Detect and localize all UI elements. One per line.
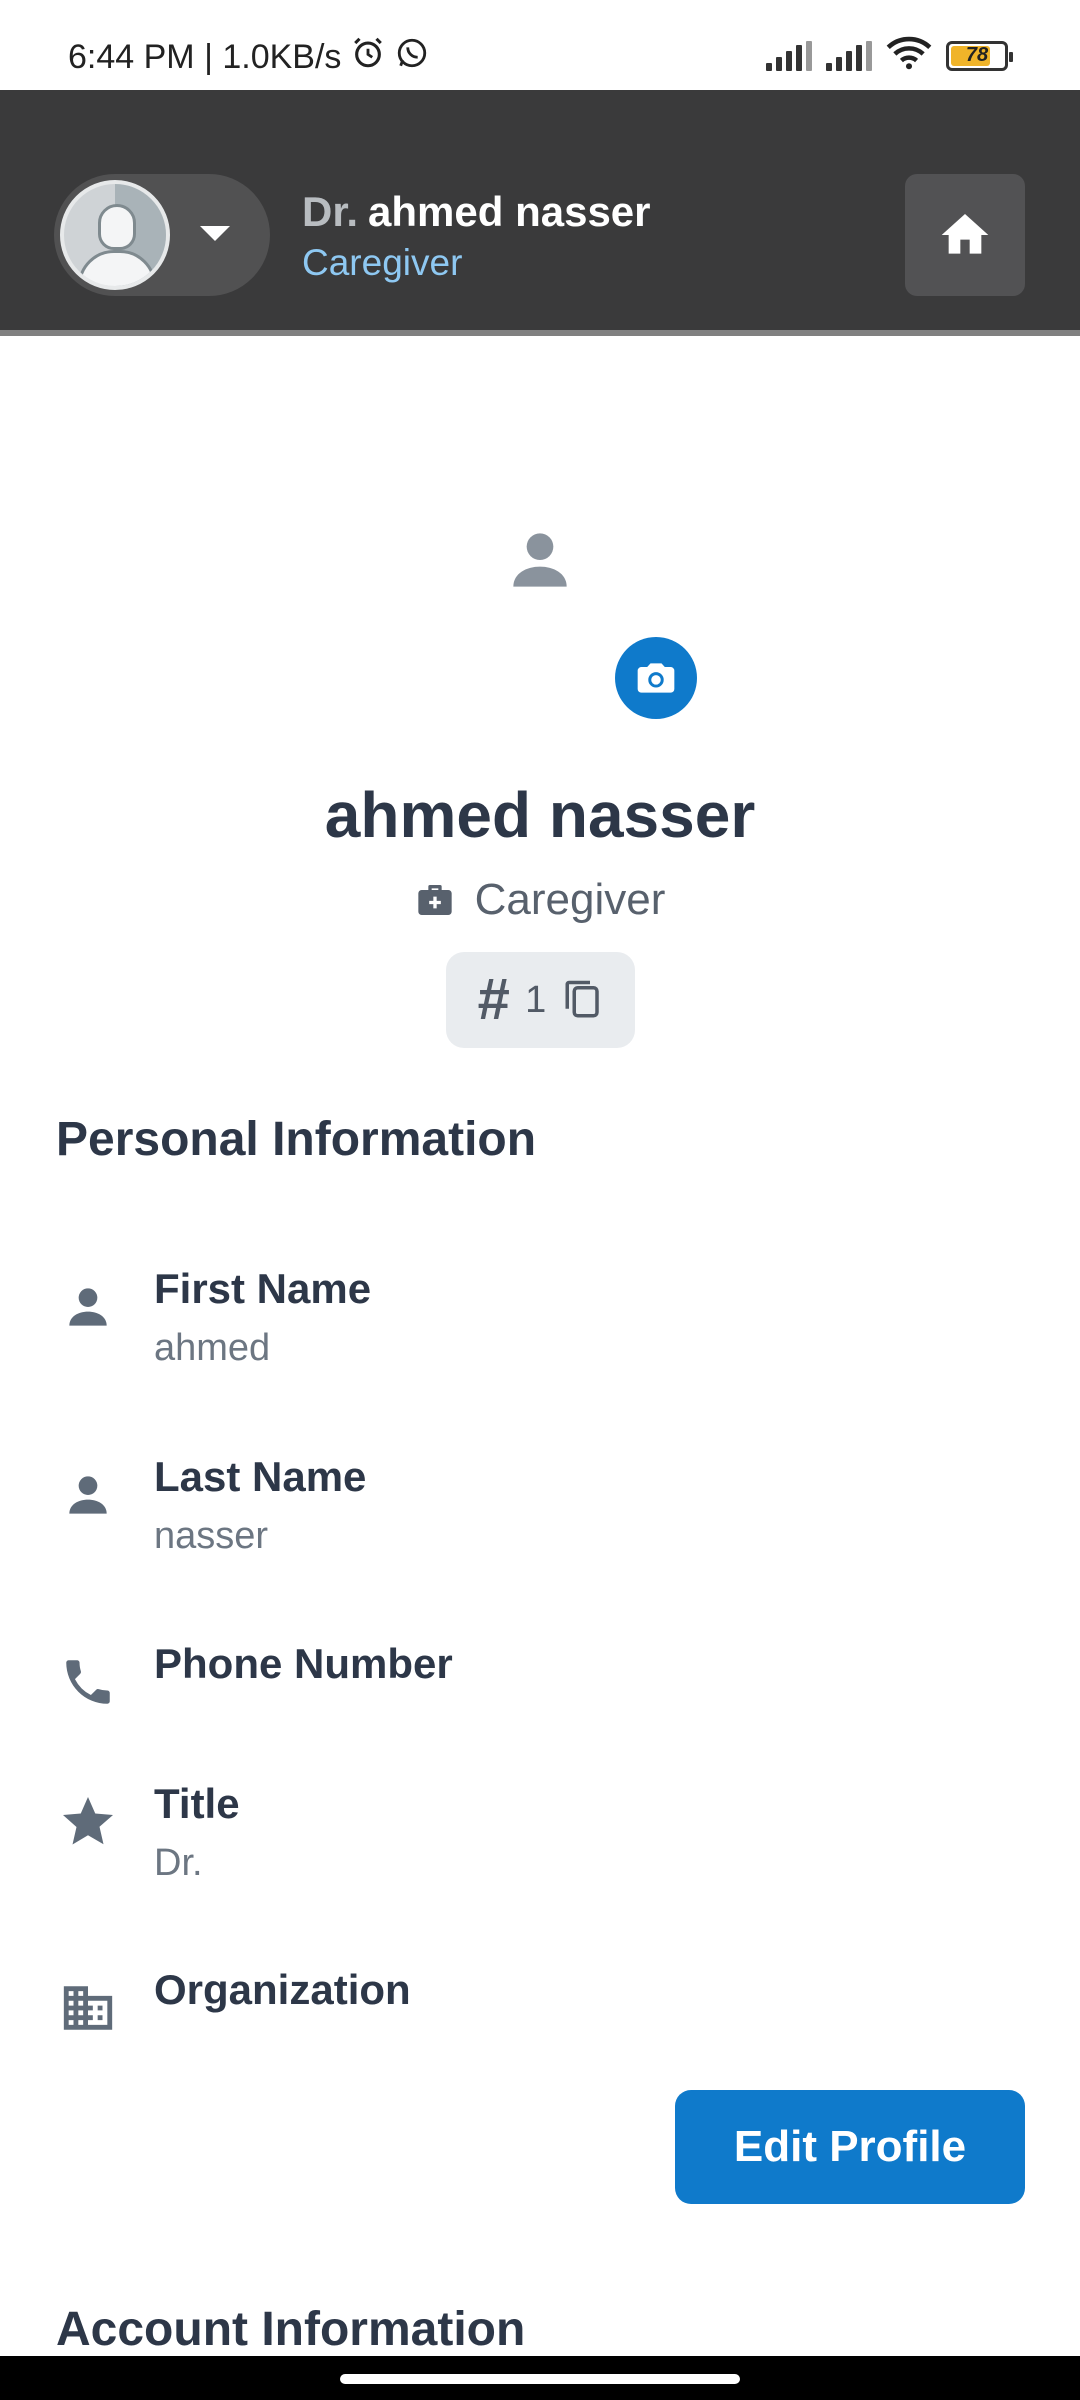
person-icon	[56, 1275, 120, 1339]
phone-icon	[56, 1650, 120, 1714]
header-name-text: ahmed nasser	[368, 188, 651, 235]
profile-name: ahmed nasser	[324, 779, 756, 851]
info-label: First Name	[154, 1265, 372, 1312]
info-label: Title	[154, 1780, 240, 1827]
battery-level: 78	[965, 44, 989, 66]
header-role: Caregiver	[302, 242, 463, 283]
status-time: 6:44 PM | 1.0KB/s	[68, 38, 342, 76]
briefcase-medical-icon	[417, 885, 452, 915]
person-icon	[56, 1463, 120, 1527]
person-icon	[513, 533, 567, 587]
copy-icon[interactable]	[562, 979, 604, 1021]
header-title-prefix: Dr.	[302, 188, 359, 235]
header-user-name: Dr. ahmed nasser	[302, 188, 651, 236]
info-value: nasser	[154, 1515, 269, 1557]
system-nav-bar	[0, 2356, 1080, 2400]
info-label: Phone Number	[154, 1640, 453, 1687]
status-bar: 6:44 PM | 1.0KB/s 78	[0, 0, 1080, 90]
signal-icon-2	[826, 40, 872, 71]
profile-picture[interactable]	[500, 520, 580, 600]
app-header: Dr. ahmed nasser Caregiver	[0, 90, 1080, 336]
account-menu-button[interactable]	[54, 174, 270, 296]
hash-icon: #	[476, 967, 510, 1032]
account-info-title: Account Information	[56, 2303, 526, 2356]
whatsapp-icon	[395, 36, 429, 79]
alarm-icon	[351, 36, 385, 79]
home-button[interactable]	[905, 174, 1025, 296]
wifi-icon	[886, 36, 932, 75]
profile-role-text: Caregiver	[474, 875, 666, 924]
chevron-down-icon	[200, 226, 230, 241]
user-id: 1	[525, 978, 547, 1021]
profile-role: Caregiver	[0, 875, 1080, 925]
building-icon	[56, 1976, 120, 2040]
info-value: ahmed	[154, 1327, 271, 1369]
battery-icon: 78	[946, 40, 1013, 71]
edit-profile-button[interactable]: Edit Profile	[675, 2090, 1025, 2204]
user-id-chip[interactable]: # 1	[446, 952, 635, 1048]
star-icon	[56, 1790, 120, 1854]
personal-info-title: Personal Information	[56, 1113, 537, 1166]
status-left: 6:44 PM | 1.0KB/s	[68, 36, 429, 79]
avatar	[60, 180, 170, 290]
home-icon	[941, 214, 989, 254]
info-label: Last Name	[154, 1453, 367, 1500]
status-right: 78	[766, 36, 1013, 75]
info-label: Organization	[154, 1966, 411, 2013]
info-value: Dr.	[154, 1842, 203, 1884]
signal-icon	[766, 40, 812, 71]
home-gesture-handle[interactable]	[340, 2374, 740, 2384]
camera-icon	[637, 663, 675, 693]
change-photo-button[interactable]	[615, 637, 697, 719]
